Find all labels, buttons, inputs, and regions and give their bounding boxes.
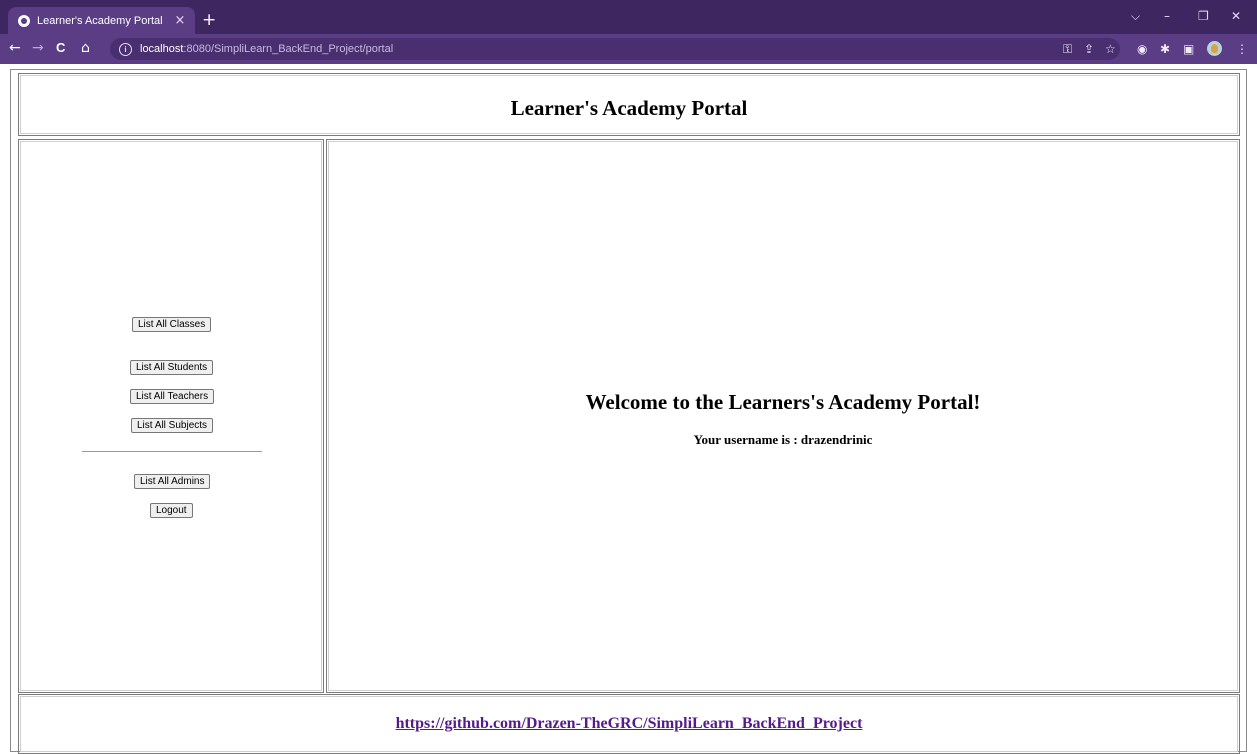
url-text: localhost:8080/SimpliLearn_BackEnd_Proje… <box>140 43 393 55</box>
restore-button[interactable]: ❐ <box>1198 9 1209 23</box>
share-icon[interactable]: ⇪ <box>1084 42 1094 56</box>
globe-icon <box>18 14 30 27</box>
url-host: localhost <box>140 43 184 55</box>
extension-icon[interactable]: ◉ <box>1137 42 1147 56</box>
list-all-classes-button[interactable]: List All Classes <box>132 317 212 332</box>
list-all-admins-button[interactable]: List All Admins <box>134 474 211 489</box>
list-all-teachers-button[interactable]: List All Teachers <box>130 389 215 404</box>
info-icon[interactable]: i <box>119 42 132 56</box>
footer: https://github.com/Drazen-TheGRC/SimpliL… <box>18 694 1240 754</box>
logout-button[interactable]: Logout <box>150 503 193 518</box>
github-link[interactable]: https://github.com/Drazen-TheGRC/SimpliL… <box>19 715 1239 733</box>
menu-icon[interactable]: ⋮ <box>1236 42 1248 56</box>
key-icon[interactable]: ⚿ <box>1063 42 1072 56</box>
address-bar[interactable]: i localhost:8080/SimpliLearn_BackEnd_Pro… <box>110 38 1120 60</box>
forward-button[interactable]: → <box>32 40 44 56</box>
browser-tabstrip: Learner's Academy Portal × + ⌵ – ❐ ✕ <box>0 0 1257 34</box>
browser-toolbar: ← → C ⌂ i localhost:8080/SimpliLearn_Bac… <box>0 34 1257 64</box>
welcome-heading: Welcome to the Learners's Academy Portal… <box>585 390 981 414</box>
browser-tab-active[interactable]: Learner's Academy Portal × <box>8 7 195 34</box>
tab-title: Learner's Academy Portal <box>37 14 163 27</box>
close-window-button[interactable]: ✕ <box>1231 9 1241 23</box>
url-path: :8080/SimpliLearn_BackEnd_Project/portal <box>183 43 394 55</box>
sidebar-divider <box>82 451 262 452</box>
username-text: Your username is : drazendrinic <box>693 432 873 447</box>
page-title: Learner's Academy Portal <box>510 96 748 120</box>
profile-avatar-icon[interactable] <box>1207 41 1222 56</box>
page-viewport: Learner's Academy Portal List All Classe… <box>0 64 1257 754</box>
reload-button[interactable]: C <box>56 40 65 56</box>
list-all-students-button[interactable]: List All Students <box>130 360 214 375</box>
back-button[interactable]: ← <box>9 40 21 56</box>
tab-close-icon[interactable]: × <box>171 13 189 28</box>
header-cell: Learner's Academy Portal <box>18 73 1240 136</box>
extensions-puzzle-icon[interactable]: ✱ <box>1160 42 1170 56</box>
main-content: Welcome to the Learners's Academy Portal… <box>326 139 1240 693</box>
bookmark-star-icon[interactable]: ☆ <box>1105 42 1116 56</box>
home-button[interactable]: ⌂ <box>81 40 90 56</box>
side-panel-icon[interactable]: ▣ <box>1183 42 1194 56</box>
new-tab-button[interactable]: + <box>202 12 216 29</box>
tab-search-icon[interactable]: ⌵ <box>1131 9 1140 23</box>
minimize-button[interactable]: – <box>1164 9 1170 23</box>
list-all-subjects-button[interactable]: List All Subjects <box>131 418 214 433</box>
sidebar: List All Classes List All Students List … <box>18 139 324 693</box>
